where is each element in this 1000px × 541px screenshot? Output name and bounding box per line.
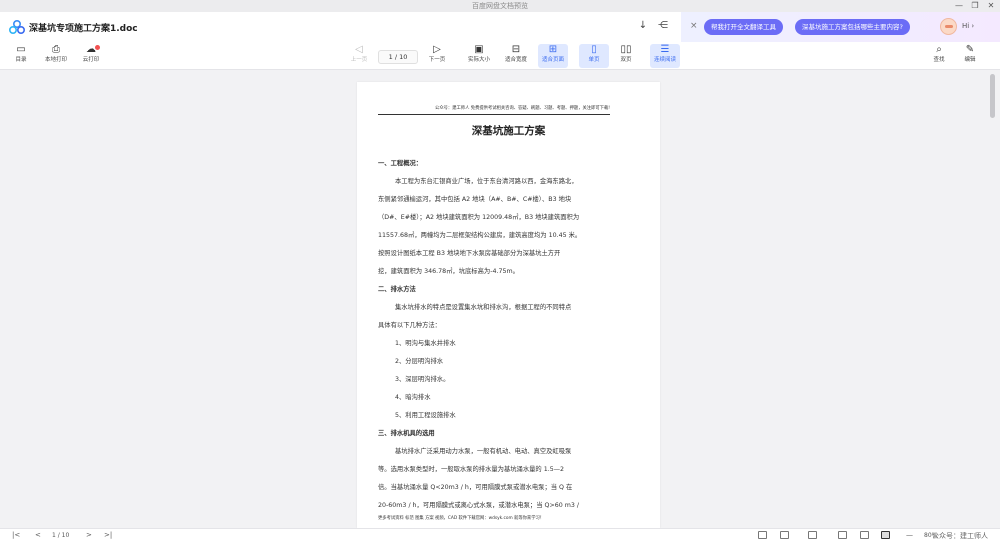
double-page-view-icon[interactable] [780, 531, 789, 539]
body-line: 具体有以下几种方法： [378, 322, 441, 329]
viewer-toolbar: ▭ 目录 ⎙ 本地打印 ☁ 云打印 ◁ 上一页 1 / 10 ▷ 下一页 ▣ 实… [0, 42, 1000, 70]
vertical-scrollbar[interactable] [988, 70, 998, 528]
list-item: 3、深层明沟排水。 [395, 376, 450, 383]
section-heading: 二、排水方法 [378, 286, 416, 293]
single-page-button[interactable]: ▯ 单页 [579, 44, 609, 68]
section-heading: 三、排水机具的选用 [378, 430, 435, 437]
fit-page-label: 适合页面 [541, 57, 564, 63]
document-page: 公众号：建工师人 免费提供考试相关咨询、答疑、刷题、习题、考题、押题，关注即可下… [357, 82, 660, 528]
status-bar: |< < 1 / 10 > >| — 80% [0, 528, 1000, 541]
toc-label: 目录 [15, 57, 27, 63]
edit-button[interactable]: ✎ 编辑 [955, 44, 985, 68]
single-page-icon: ▯ [591, 44, 597, 55]
section-heading: 一、工程概况： [378, 160, 423, 167]
find-button[interactable]: ⌕ 查找 [924, 44, 954, 68]
ai-assistant-avatar[interactable] [940, 18, 957, 35]
toc-button[interactable]: ▭ 目录 [6, 44, 36, 68]
printer-icon: ⎙ [52, 44, 60, 55]
body-line: 倍。当基坑涌水量 Q<20m3 / h，可用隔膜式泵或潜水电泵；当 Q 在 [378, 484, 573, 491]
page-header-text: 公众号：建工师人 免费提供考试相关咨询、答疑、刷题、习题、考题、押题，关注即可下… [378, 105, 610, 115]
share-icon[interactable]: ⋲ [656, 19, 670, 33]
next-page-icon: ▷ [433, 44, 441, 55]
continuous-read-label: 连续阅读 [653, 57, 676, 63]
continuous-read-button[interactable]: ☰ 连续阅读 [650, 44, 680, 68]
list-item: 4、暗沟排水 [395, 394, 431, 401]
ai-assistant-bar: × 帮我打开全文翻译工具 深基坑施工方案包括哪些主要内容? Hi › [681, 12, 1000, 42]
fit-width-view-icon[interactable] [860, 531, 869, 539]
prev-page-icon: ◁ [355, 44, 363, 55]
page-footer-text: 更多考试资料 标范 图集 方案 视频，CAD 软件下载官网：wdsyk.com … [378, 516, 545, 521]
list-item: 1、明沟与集水井排水 [395, 340, 456, 347]
zoom-out-button[interactable]: — [906, 530, 913, 541]
body-line: 集水坑排水的特点是设置集水坑和排水沟，根据工程的不同特点 [395, 304, 572, 311]
document-title: 深基坑专项施工方案1.doc [29, 24, 138, 34]
actual-size-icon: ▣ [474, 44, 484, 55]
window-title: 百度网盘文档预览 [472, 2, 528, 10]
body-line: 等。选用水泵类型时，一般取水泵的排水量为基坑涌水量的 1.5—2 [378, 466, 565, 473]
cloud-print-icon: ☁ [86, 44, 96, 55]
fit-width-icon: ⊟ [511, 44, 521, 55]
single-page-view-icon[interactable] [758, 531, 767, 539]
watermark-text: 公众号：建工师人 [932, 532, 988, 540]
restore-button[interactable]: ❐ [968, 0, 982, 12]
fit-width-label: 适合宽度 [504, 57, 527, 63]
download-icon[interactable]: ↓ [636, 19, 650, 33]
fit-width-button[interactable]: ⊟ 适合宽度 [501, 44, 531, 68]
toc-icon: ▭ [16, 44, 26, 55]
next-page-button[interactable]: ▷ 下一页 [422, 44, 452, 68]
last-page-button[interactable]: >| [104, 530, 112, 541]
ai-greeting[interactable]: Hi › [962, 22, 974, 30]
body-line: 基坑排水广泛采用动力水泵，一般有机动、电动、真空及虹吸泵 [395, 448, 572, 455]
scrollbar-thumb[interactable] [990, 74, 995, 118]
page-number-input[interactable]: 1 / 10 [378, 50, 418, 64]
cloud-print-button[interactable]: ☁ 云打印 [76, 44, 106, 68]
double-page-icon: ▯▯ [620, 44, 632, 55]
ai-prompt-translate[interactable]: 帮我打开全文翻译工具 [704, 19, 783, 35]
local-print-label: 本地打印 [44, 57, 67, 63]
search-icon: ⌕ [936, 44, 942, 55]
minimize-button[interactable]: — [952, 0, 966, 12]
body-line: 本工程为东台汇银商业广场，位于东台清河路以西，金海东路北， [395, 178, 578, 185]
body-line: 东侧紧邻通榆运河，其中包括 A2 地块（A#、B#、C#楼）、B3 地块 [378, 196, 572, 203]
body-line: 挖，建筑面积为 346.78㎡，坑底标高为-4.75m。 [378, 268, 519, 275]
body-line: 11557.68㎡，两幢均为二层框架结构公建房，建筑高度均为 10.45 米。 [378, 232, 582, 239]
single-page-label: 单页 [588, 57, 600, 63]
ai-prompt-summary[interactable]: 深基坑施工方案包括哪些主要内容? [795, 19, 910, 35]
window-titlebar: 百度网盘文档预览 — ❐ ✕ [0, 0, 1000, 12]
close-window-button[interactable]: ✕ [984, 0, 998, 12]
list-item: 5、利用工程设施排水 [395, 412, 456, 419]
body-line: 按照设计图纸本工程 B3 地块地下水泵房基础部分为深基坑土方开 [378, 250, 561, 257]
body-line: 20-60m3 / h，可用隔膜式或离心式水泵，或潜水电泵；当 Q>60 m3 … [378, 502, 580, 509]
document-viewport[interactable]: 公众号：建工师人 免费提供考试相关咨询、答疑、刷题、习题、考题、押题，关注即可下… [0, 70, 1000, 528]
cloud-print-label: 云打印 [82, 57, 100, 63]
actual-size-view-icon[interactable] [838, 531, 847, 539]
status-prev-button[interactable]: < [35, 530, 41, 541]
find-label: 查找 [933, 57, 945, 63]
double-page-label: 双页 [620, 57, 632, 63]
local-print-button[interactable]: ⎙ 本地打印 [41, 44, 71, 68]
list-item: 2、分层明沟排水 [395, 358, 444, 365]
edit-pen-icon: ✎ [965, 44, 975, 55]
prev-page-label: 上一页 [350, 57, 368, 63]
next-page-label: 下一页 [428, 57, 446, 63]
notification-dot [95, 45, 100, 50]
fit-page-view-icon[interactable] [881, 531, 890, 539]
prev-page-button[interactable]: ◁ 上一页 [344, 44, 374, 68]
document-heading: 深基坑施工方案 [471, 125, 546, 137]
continuous-read-icon: ☰ [660, 44, 670, 55]
actual-size-label: 实际大小 [467, 57, 490, 63]
actual-size-button[interactable]: ▣ 实际大小 [464, 44, 494, 68]
fit-page-icon: ⊞ [548, 44, 558, 55]
first-page-button[interactable]: |< [12, 530, 20, 541]
double-page-button[interactable]: ▯▯ 双页 [611, 44, 641, 68]
status-next-button[interactable]: > [86, 530, 92, 541]
body-line: （D#、E#楼）；A2 地块建筑面积为 12009.48㎡，B3 地块建筑面积为 [378, 214, 580, 221]
baidu-netdisk-logo-icon [9, 20, 25, 34]
fit-page-button[interactable]: ⊞ 适合页面 [538, 44, 568, 68]
edit-label: 编辑 [964, 57, 976, 63]
status-page-indicator[interactable]: 1 / 10 [52, 530, 69, 541]
continuous-view-icon[interactable] [808, 531, 817, 539]
ai-bar-close-icon[interactable]: × [690, 21, 698, 31]
